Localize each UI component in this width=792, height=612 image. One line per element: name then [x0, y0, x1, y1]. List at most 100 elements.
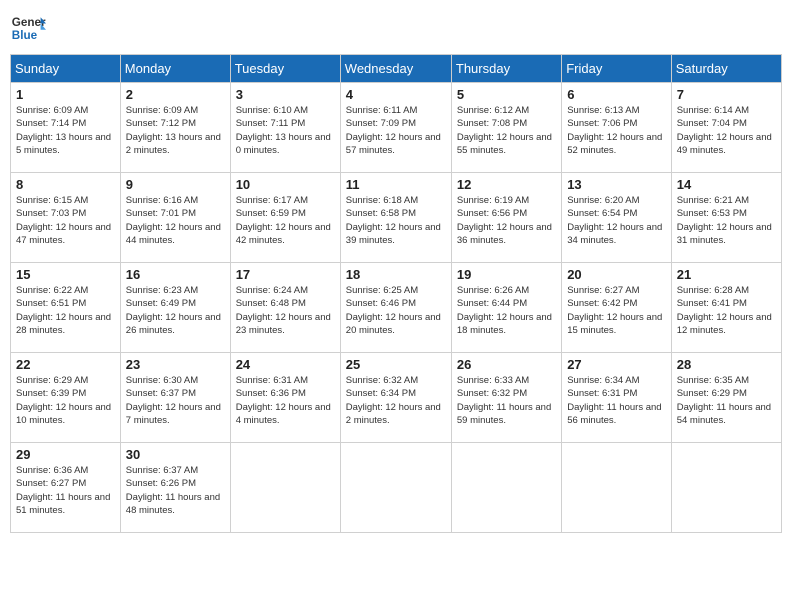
day-info: Sunrise: 6:26 AM Sunset: 6:44 PM Dayligh… — [457, 284, 556, 337]
day-number: 6 — [567, 87, 666, 102]
calendar-cell: 7 Sunrise: 6:14 AM Sunset: 7:04 PM Dayli… — [671, 83, 781, 173]
calendar-table: Sunday Monday Tuesday Wednesday Thursday… — [10, 54, 782, 533]
calendar-cell: 25 Sunrise: 6:32 AM Sunset: 6:34 PM Dayl… — [340, 353, 451, 443]
calendar-cell: 19 Sunrise: 6:26 AM Sunset: 6:44 PM Dayl… — [451, 263, 561, 353]
week-row-5: 29 Sunrise: 6:36 AM Sunset: 6:27 PM Dayl… — [11, 443, 782, 533]
day-number: 13 — [567, 177, 666, 192]
calendar-cell — [451, 443, 561, 533]
calendar-cell: 8 Sunrise: 6:15 AM Sunset: 7:03 PM Dayli… — [11, 173, 121, 263]
day-number: 7 — [677, 87, 776, 102]
calendar-cell: 23 Sunrise: 6:30 AM Sunset: 6:37 PM Dayl… — [120, 353, 230, 443]
week-row-3: 15 Sunrise: 6:22 AM Sunset: 6:51 PM Dayl… — [11, 263, 782, 353]
day-info: Sunrise: 6:13 AM Sunset: 7:06 PM Dayligh… — [567, 104, 666, 157]
calendar-cell: 20 Sunrise: 6:27 AM Sunset: 6:42 PM Dayl… — [562, 263, 672, 353]
calendar-cell: 28 Sunrise: 6:35 AM Sunset: 6:29 PM Dayl… — [671, 353, 781, 443]
day-info: Sunrise: 6:32 AM Sunset: 6:34 PM Dayligh… — [346, 374, 446, 427]
day-info: Sunrise: 6:10 AM Sunset: 7:11 PM Dayligh… — [236, 104, 335, 157]
calendar-cell: 3 Sunrise: 6:10 AM Sunset: 7:11 PM Dayli… — [230, 83, 340, 173]
week-row-1: 1 Sunrise: 6:09 AM Sunset: 7:14 PM Dayli… — [11, 83, 782, 173]
day-number: 16 — [126, 267, 225, 282]
day-info: Sunrise: 6:20 AM Sunset: 6:54 PM Dayligh… — [567, 194, 666, 247]
calendar-cell: 10 Sunrise: 6:17 AM Sunset: 6:59 PM Dayl… — [230, 173, 340, 263]
calendar-cell: 27 Sunrise: 6:34 AM Sunset: 6:31 PM Dayl… — [562, 353, 672, 443]
calendar-cell: 30 Sunrise: 6:37 AM Sunset: 6:26 PM Dayl… — [120, 443, 230, 533]
day-info: Sunrise: 6:36 AM Sunset: 6:27 PM Dayligh… — [16, 464, 115, 517]
day-info: Sunrise: 6:09 AM Sunset: 7:12 PM Dayligh… — [126, 104, 225, 157]
day-info: Sunrise: 6:16 AM Sunset: 7:01 PM Dayligh… — [126, 194, 225, 247]
calendar-cell: 18 Sunrise: 6:25 AM Sunset: 6:46 PM Dayl… — [340, 263, 451, 353]
day-info: Sunrise: 6:23 AM Sunset: 6:49 PM Dayligh… — [126, 284, 225, 337]
logo-icon: General Blue — [10, 10, 46, 46]
day-number: 17 — [236, 267, 335, 282]
calendar-cell — [230, 443, 340, 533]
day-number: 3 — [236, 87, 335, 102]
svg-text:Blue: Blue — [12, 29, 38, 42]
day-number: 4 — [346, 87, 446, 102]
weekday-header-row: Sunday Monday Tuesday Wednesday Thursday… — [11, 55, 782, 83]
calendar-cell: 2 Sunrise: 6:09 AM Sunset: 7:12 PM Dayli… — [120, 83, 230, 173]
calendar-cell: 22 Sunrise: 6:29 AM Sunset: 6:39 PM Dayl… — [11, 353, 121, 443]
calendar-cell: 12 Sunrise: 6:19 AM Sunset: 6:56 PM Dayl… — [451, 173, 561, 263]
day-info: Sunrise: 6:22 AM Sunset: 6:51 PM Dayligh… — [16, 284, 115, 337]
calendar-cell: 9 Sunrise: 6:16 AM Sunset: 7:01 PM Dayli… — [120, 173, 230, 263]
day-number: 23 — [126, 357, 225, 372]
header-saturday: Saturday — [671, 55, 781, 83]
day-info: Sunrise: 6:28 AM Sunset: 6:41 PM Dayligh… — [677, 284, 776, 337]
page-header: General Blue — [10, 10, 782, 46]
day-number: 25 — [346, 357, 446, 372]
day-info: Sunrise: 6:18 AM Sunset: 6:58 PM Dayligh… — [346, 194, 446, 247]
day-info: Sunrise: 6:35 AM Sunset: 6:29 PM Dayligh… — [677, 374, 776, 427]
header-tuesday: Tuesday — [230, 55, 340, 83]
day-info: Sunrise: 6:25 AM Sunset: 6:46 PM Dayligh… — [346, 284, 446, 337]
header-sunday: Sunday — [11, 55, 121, 83]
calendar-cell: 1 Sunrise: 6:09 AM Sunset: 7:14 PM Dayli… — [11, 83, 121, 173]
calendar-cell: 17 Sunrise: 6:24 AM Sunset: 6:48 PM Dayl… — [230, 263, 340, 353]
header-thursday: Thursday — [451, 55, 561, 83]
day-number: 19 — [457, 267, 556, 282]
day-number: 22 — [16, 357, 115, 372]
day-number: 27 — [567, 357, 666, 372]
calendar-cell: 6 Sunrise: 6:13 AM Sunset: 7:06 PM Dayli… — [562, 83, 672, 173]
header-friday: Friday — [562, 55, 672, 83]
day-number: 2 — [126, 87, 225, 102]
day-info: Sunrise: 6:09 AM Sunset: 7:14 PM Dayligh… — [16, 104, 115, 157]
day-number: 26 — [457, 357, 556, 372]
header-monday: Monday — [120, 55, 230, 83]
calendar-cell — [562, 443, 672, 533]
day-number: 9 — [126, 177, 225, 192]
day-number: 28 — [677, 357, 776, 372]
day-info: Sunrise: 6:37 AM Sunset: 6:26 PM Dayligh… — [126, 464, 225, 517]
calendar-cell: 5 Sunrise: 6:12 AM Sunset: 7:08 PM Dayli… — [451, 83, 561, 173]
calendar-cell: 24 Sunrise: 6:31 AM Sunset: 6:36 PM Dayl… — [230, 353, 340, 443]
day-info: Sunrise: 6:12 AM Sunset: 7:08 PM Dayligh… — [457, 104, 556, 157]
day-info: Sunrise: 6:21 AM Sunset: 6:53 PM Dayligh… — [677, 194, 776, 247]
day-number: 5 — [457, 87, 556, 102]
header-wednesday: Wednesday — [340, 55, 451, 83]
day-info: Sunrise: 6:14 AM Sunset: 7:04 PM Dayligh… — [677, 104, 776, 157]
calendar-cell: 4 Sunrise: 6:11 AM Sunset: 7:09 PM Dayli… — [340, 83, 451, 173]
day-info: Sunrise: 6:19 AM Sunset: 6:56 PM Dayligh… — [457, 194, 556, 247]
calendar-cell: 29 Sunrise: 6:36 AM Sunset: 6:27 PM Dayl… — [11, 443, 121, 533]
day-number: 29 — [16, 447, 115, 462]
day-number: 1 — [16, 87, 115, 102]
day-info: Sunrise: 6:29 AM Sunset: 6:39 PM Dayligh… — [16, 374, 115, 427]
calendar-cell — [340, 443, 451, 533]
day-info: Sunrise: 6:31 AM Sunset: 6:36 PM Dayligh… — [236, 374, 335, 427]
week-row-2: 8 Sunrise: 6:15 AM Sunset: 7:03 PM Dayli… — [11, 173, 782, 263]
week-row-4: 22 Sunrise: 6:29 AM Sunset: 6:39 PM Dayl… — [11, 353, 782, 443]
calendar-cell: 14 Sunrise: 6:21 AM Sunset: 6:53 PM Dayl… — [671, 173, 781, 263]
day-number: 20 — [567, 267, 666, 282]
day-number: 30 — [126, 447, 225, 462]
day-info: Sunrise: 6:11 AM Sunset: 7:09 PM Dayligh… — [346, 104, 446, 157]
day-number: 10 — [236, 177, 335, 192]
calendar-cell: 26 Sunrise: 6:33 AM Sunset: 6:32 PM Dayl… — [451, 353, 561, 443]
day-info: Sunrise: 6:33 AM Sunset: 6:32 PM Dayligh… — [457, 374, 556, 427]
day-number: 11 — [346, 177, 446, 192]
calendar-cell: 16 Sunrise: 6:23 AM Sunset: 6:49 PM Dayl… — [120, 263, 230, 353]
calendar-cell: 13 Sunrise: 6:20 AM Sunset: 6:54 PM Dayl… — [562, 173, 672, 263]
calendar-cell: 11 Sunrise: 6:18 AM Sunset: 6:58 PM Dayl… — [340, 173, 451, 263]
day-info: Sunrise: 6:30 AM Sunset: 6:37 PM Dayligh… — [126, 374, 225, 427]
logo: General Blue — [10, 10, 46, 46]
day-number: 12 — [457, 177, 556, 192]
day-number: 15 — [16, 267, 115, 282]
